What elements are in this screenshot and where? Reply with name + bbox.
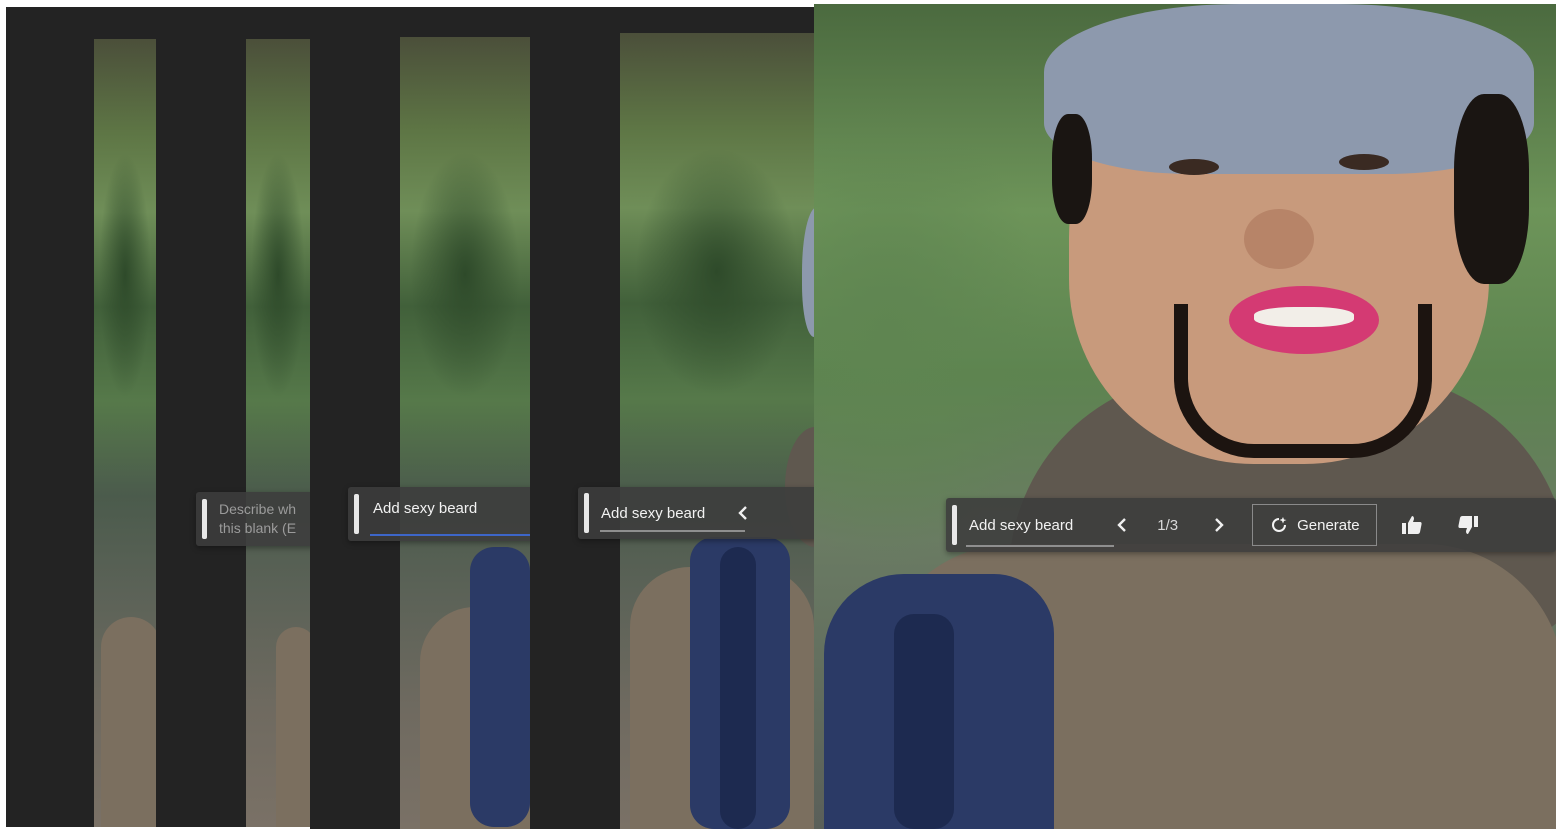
thumbs-down-icon (1458, 516, 1478, 534)
previous-result-button[interactable] (1109, 508, 1135, 542)
generate-label: Generate (1297, 516, 1360, 534)
frame-3: Add sexy beard (310, 7, 530, 829)
result-counter: 1/3 (1157, 516, 1179, 534)
prompt-input[interactable]: Add sexy beard (969, 517, 1073, 534)
backpack-strap-inner (720, 547, 756, 829)
prompt-toolbar: Add sexy beard 1/3 Generate (946, 498, 1556, 552)
hair-left (1052, 114, 1092, 224)
frame-5: Add sexy beard 1/3 Generate (814, 4, 1556, 829)
teeth (1254, 307, 1354, 327)
prompt-underline (600, 530, 745, 532)
nose (1244, 209, 1314, 269)
refresh-sparkle-icon (1272, 517, 1287, 532)
backpack-strap-inner (894, 614, 954, 829)
prompt-bar-empty[interactable]: Describe wh this blank (E (196, 492, 310, 546)
prompt-focus-underline (370, 534, 530, 536)
thumbs-down-button[interactable] (1453, 508, 1483, 542)
drag-handle[interactable] (584, 493, 589, 533)
drag-handle[interactable] (202, 499, 207, 539)
frame-1 (6, 7, 156, 827)
prompt-placeholder-line2: this blank (E (219, 520, 297, 536)
prompt-underline (966, 545, 1114, 547)
prompt-input[interactable]: Add sexy beard (601, 505, 705, 522)
chevron-left-icon (738, 506, 748, 520)
hair-right (1454, 94, 1529, 284)
prompt-input[interactable]: Add sexy beard (373, 500, 477, 517)
chevron-left-icon (1117, 518, 1127, 532)
next-result-button[interactable] (1206, 508, 1232, 542)
frame-2: Describe wh this blank (E (156, 7, 310, 827)
eye-left (1169, 159, 1219, 175)
prompt-bar-typing[interactable]: Add sexy beard (348, 487, 530, 541)
prompt-placeholder-line1: Describe wh (219, 501, 297, 517)
jacket (276, 627, 310, 827)
eye-right (1339, 154, 1389, 170)
frame-4: Add sexy beard (530, 7, 814, 829)
drag-handle[interactable] (354, 494, 359, 534)
previous-result-button[interactable] (733, 498, 753, 528)
thumbs-up-button[interactable] (1397, 508, 1427, 542)
generate-button[interactable]: Generate (1252, 504, 1377, 546)
jacket (101, 617, 156, 827)
drag-handle[interactable] (952, 505, 957, 545)
backpack-strap (470, 547, 530, 827)
thumbs-up-icon (1401, 516, 1422, 534)
chevron-right-icon (1215, 518, 1224, 532)
